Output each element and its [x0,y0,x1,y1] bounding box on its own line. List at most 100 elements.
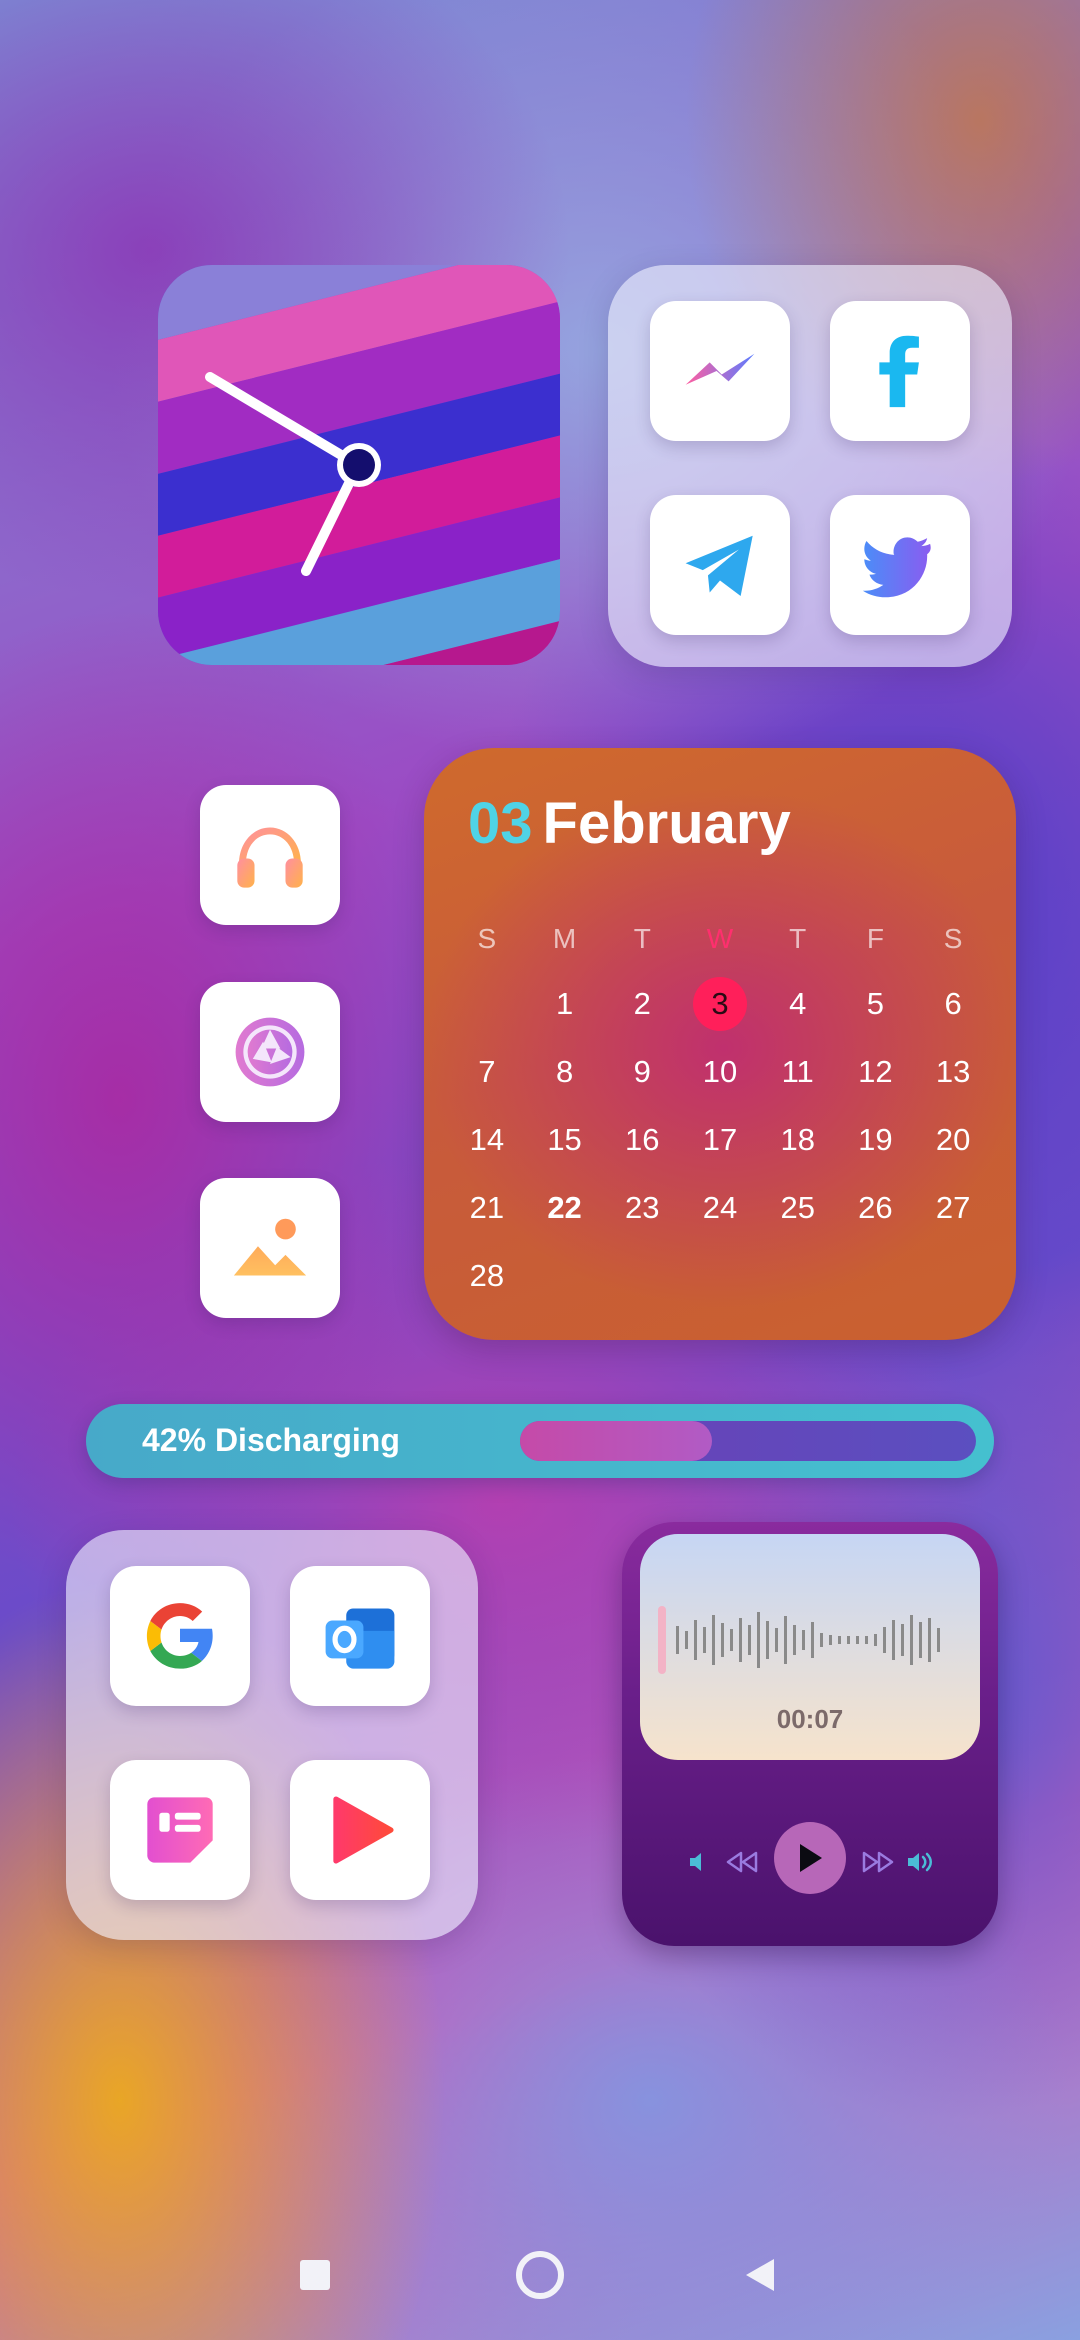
calendar-day[interactable]: 2 [603,970,681,1038]
calendar-weekday-label: M [552,923,577,954]
calendar-day[interactable]: 6 [914,970,992,1038]
calendar-day-today[interactable]: 3 [681,970,759,1038]
calendar-day[interactable]: 14 [448,1106,526,1174]
calendar-day[interactable]: 28 [448,1242,526,1310]
calendar-day-label: 17 [702,1122,738,1157]
battery-widget: 42% Discharging [86,1404,994,1478]
clock-widget[interactable] [158,265,560,665]
social-apps-folder[interactable] [608,265,1012,667]
calendar-day[interactable]: 27 [914,1174,992,1242]
calendar-day-label: 11 [781,1054,814,1089]
calendar-day[interactable]: 9 [603,1038,681,1106]
calendar-day[interactable]: 16 [603,1106,681,1174]
calendar-day-label: 1 [555,986,574,1021]
calendar-day[interactable]: 15 [526,1106,604,1174]
calendar-day-label: 8 [555,1054,574,1089]
music-controls [622,1822,998,1902]
calendar-grid: S M T W T F S 1 2 3 4 5 6 7 8 9 10 11 12 13 14 15 16 17 18 19 20 21… [448,908,992,1310]
nav-recents-button[interactable] [280,2250,350,2300]
calendar-title: 03 February [468,790,791,857]
waveform-bar [856,1636,859,1644]
calendar-day-label: 10 [702,1054,738,1089]
calendar-weekday-label: S [943,923,963,954]
calendar-day[interactable]: 22 [526,1174,604,1242]
calendar-day[interactable]: 19 [837,1106,915,1174]
messenger-icon [685,353,755,385]
calendar-day-label: 16 [625,1122,660,1157]
nav-home-button[interactable] [505,2250,575,2300]
calendar-day-label: 4 [789,986,807,1021]
calendar-weekday-label: S [477,923,497,954]
camera-app[interactable] [200,982,340,1122]
volume-down-icon[interactable] [682,1844,718,1880]
gallery-icon [233,1218,307,1276]
calendar-day-label: 13 [935,1054,971,1089]
calendar-day[interactable]: 7 [448,1038,526,1106]
waveform [658,1606,940,1674]
calendar-day[interactable]: 20 [914,1106,992,1174]
battery-bar-fill [520,1421,712,1461]
waveform-bar [793,1625,796,1655]
calendar-day-label: 26 [858,1190,893,1225]
gallery-app[interactable] [200,1178,340,1318]
calendar-day[interactable]: 21 [448,1174,526,1242]
notes-app[interactable] [110,1760,250,1900]
calendar-day[interactable]: 13 [914,1038,992,1106]
outlook-icon [325,1608,395,1669]
waveform-bar [739,1618,742,1662]
calendar-day[interactable]: 1 [526,970,604,1038]
outlook-app[interactable] [290,1566,430,1706]
google-apps-folder[interactable] [66,1530,478,1940]
calendar-day-label: 28 [469,1258,505,1293]
waveform-progress-marker [658,1606,666,1674]
calendar-widget[interactable]: 03 February S M T W T F S 1 2 3 4 5 6 7 8 9 10 11 12 13 14 15 1… [424,748,1016,1340]
calendar-day-label: 7 [478,1054,496,1089]
calendar-day-label: 18 [780,1122,815,1157]
waveform-bar [928,1618,931,1662]
calendar-day[interactable]: 11 [759,1038,837,1106]
facebook-icon [879,335,919,408]
calendar-day-label: 6 [944,986,962,1021]
battery-bar [520,1421,976,1461]
calendar-day-label: 20 [935,1122,971,1157]
telegram-app[interactable] [650,495,790,635]
calendar-day[interactable]: 4 [759,970,837,1038]
waveform-bar [883,1627,886,1653]
nav-back-button[interactable] [725,2250,795,2300]
telegram-icon [685,535,753,596]
waveform-bar [721,1623,724,1657]
play-pause-button[interactable] [774,1822,846,1894]
calendar-day[interactable]: 8 [526,1038,604,1106]
calendar-day[interactable]: 24 [681,1174,759,1242]
calendar-day[interactable]: 23 [603,1174,681,1242]
waveform-bar [820,1633,823,1647]
facebook-app[interactable] [830,301,970,441]
calendar-weekday-label: T [633,923,651,954]
calendar-day[interactable]: 12 [837,1038,915,1106]
calendar-day-label: 15 [547,1122,582,1157]
calendar-day[interactable]: 18 [759,1106,837,1174]
google-app[interactable] [110,1566,250,1706]
calendar-day[interactable]: 26 [837,1174,915,1242]
waveform-bar [730,1629,733,1651]
calendar-month: February [542,791,791,856]
music-player-widget[interactable]: 00:07 [622,1522,998,1946]
calendar-day[interactable]: 17 [681,1106,759,1174]
volume-up-icon[interactable] [902,1844,938,1880]
calendar-day-label: 19 [858,1122,893,1157]
waveform-bar [937,1628,940,1652]
music-app[interactable] [200,785,340,925]
waveform-bar [766,1621,769,1659]
waveform-bar [685,1631,688,1649]
rewind-icon[interactable] [722,1842,762,1882]
waveform-bar [829,1635,832,1645]
twitter-app[interactable] [830,495,970,635]
calendar-day[interactable]: 25 [759,1174,837,1242]
fast-forward-icon[interactable] [858,1842,898,1882]
messenger-app[interactable] [650,301,790,441]
calendar-day[interactable]: 5 [837,970,915,1038]
calendar-day[interactable]: 10 [681,1038,759,1106]
play-icon [800,1844,822,1872]
calendar-day-label: 3 [692,977,747,1031]
play-app[interactable] [290,1760,430,1900]
